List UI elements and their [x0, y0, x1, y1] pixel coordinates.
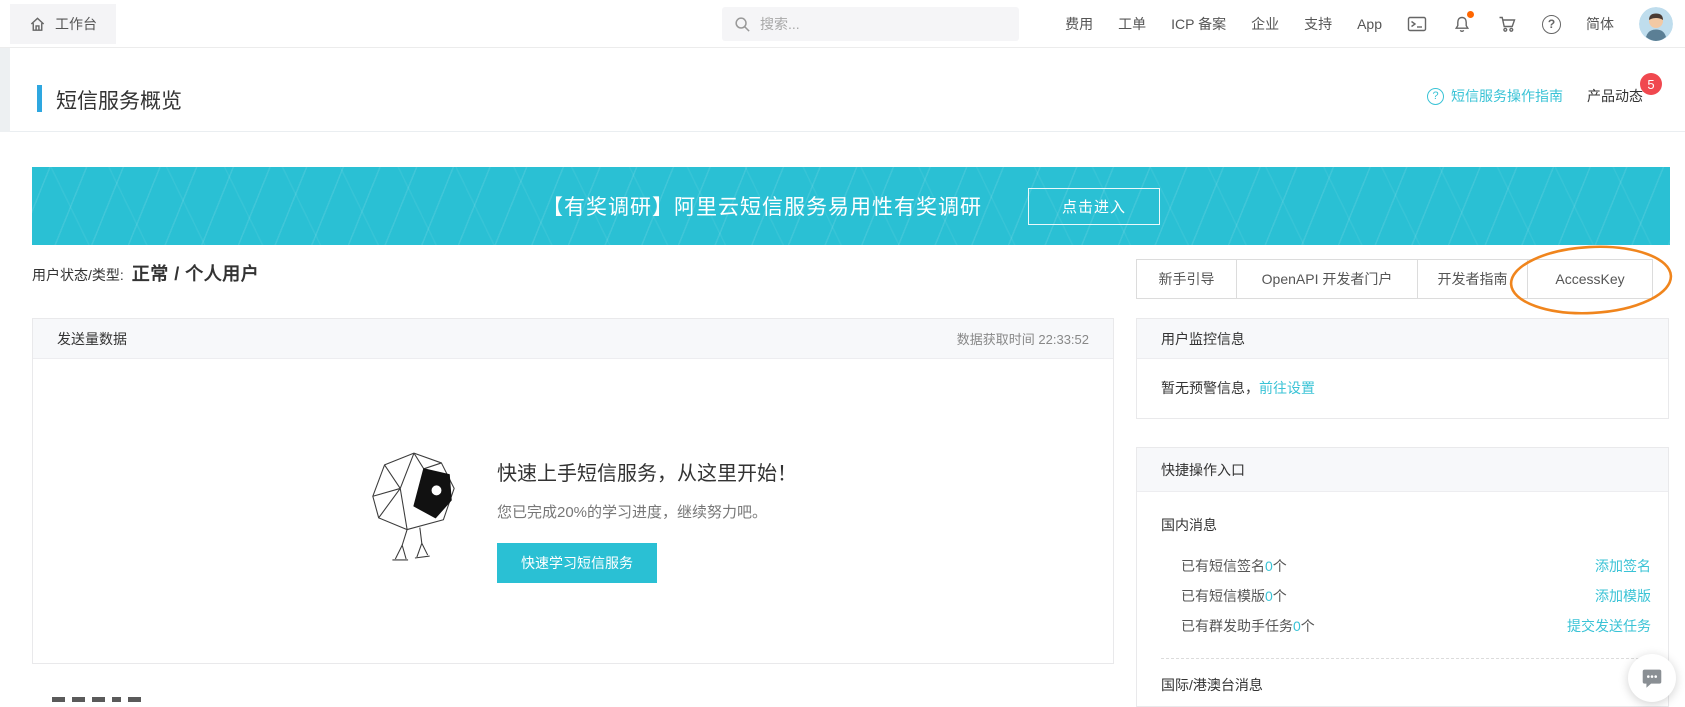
submit-send-task-link[interactable]: 提交发送任务: [1567, 616, 1651, 636]
send-volume-title: 发送量数据: [57, 329, 127, 349]
workbench-label: 工作台: [55, 14, 97, 34]
accesskey-button[interactable]: AccessKey: [1528, 259, 1653, 299]
nav-item-icp[interactable]: ICP 备案: [1171, 14, 1226, 34]
signature-row: 已有短信签名0个 添加签名: [1181, 551, 1651, 581]
chat-support-button[interactable]: [1628, 654, 1676, 702]
quick-ops-title: 快捷操作入口: [1161, 460, 1245, 480]
openapi-portal-button[interactable]: OpenAPI 开发者门户: [1237, 259, 1418, 299]
title-accent-bar: [37, 85, 42, 112]
cart-icon[interactable]: [1497, 14, 1517, 34]
template-row: 已有短信模版0个 添加模版: [1181, 581, 1651, 611]
product-news-link[interactable]: 产品动态 5: [1587, 86, 1643, 106]
domestic-sms-label: 国内消息: [1161, 515, 1644, 535]
user-status-value: 正常 / 个人用户: [132, 260, 260, 286]
onboarding-promo: 快速上手短信服务，从这里开始！ 您已完成20%的学习进度，继续努力吧。 快速学习…: [363, 449, 797, 583]
quick-ops-card: 快捷操作入口 国内消息 已有短信签名0个 添加签名 已有短信模版0个 添加模版 …: [1136, 447, 1669, 707]
help-icon[interactable]: ?: [1542, 15, 1561, 34]
notification-dot: [1467, 11, 1474, 18]
news-count-badge: 5: [1640, 73, 1662, 95]
user-monitor-card: 用户监控信息 暂无预警信息，前往设置: [1136, 318, 1669, 419]
header-links: ? 短信服务操作指南 产品动态 5: [1427, 86, 1643, 106]
clipped-next-section-title: [52, 697, 141, 702]
nav-item-tickets[interactable]: 工单: [1118, 14, 1146, 34]
onboarding-title: 快速上手短信服务，从这里开始！: [497, 457, 797, 486]
global-search[interactable]: [722, 7, 1019, 41]
notification-bell-icon[interactable]: [1452, 14, 1472, 34]
no-alert-text: 暂无预警信息，: [1161, 380, 1259, 396]
batch-task-count: 0: [1293, 618, 1301, 634]
product-news-label: 产品动态: [1587, 88, 1643, 104]
beginner-guide-button[interactable]: 新手引导: [1136, 259, 1237, 299]
template-count: 0: [1265, 588, 1273, 604]
quick-ops-rows: 已有短信签名0个 添加签名 已有短信模版0个 添加模版 已有群发助手任务0个 提…: [1181, 551, 1651, 641]
workbench-tab[interactable]: 工作台: [10, 4, 116, 44]
add-template-link[interactable]: 添加模版: [1595, 586, 1651, 606]
avatar[interactable]: [1639, 7, 1673, 41]
batch-task-count-text: 已有群发助手任务0个: [1181, 616, 1315, 636]
dashed-divider: [1161, 658, 1644, 659]
page-title: 短信服务概览: [56, 85, 182, 115]
chat-bubble-icon: [1639, 665, 1665, 691]
survey-enter-button[interactable]: 点击进入: [1028, 188, 1160, 225]
onboarding-text-block: 快速上手短信服务，从这里开始！ 您已完成20%的学习进度，继续努力吧。 快速学习…: [497, 449, 797, 583]
terminal-icon[interactable]: [1407, 14, 1427, 34]
send-volume-card-header: 发送量数据 数据获取时间 22:33:52: [33, 319, 1113, 359]
nav-item-app[interactable]: App: [1357, 16, 1382, 32]
alert-settings-link[interactable]: 前往设置: [1259, 380, 1315, 396]
template-count-text: 已有短信模版0个: [1181, 586, 1287, 606]
home-icon: [29, 16, 46, 33]
batch-task-row: 已有群发助手任务0个 提交发送任务: [1181, 611, 1651, 641]
send-volume-card: 发送量数据 数据获取时间 22:33:52 快速上手短信服务，从这里开始！ 您已…: [32, 318, 1114, 664]
robot-illustration: [363, 449, 461, 569]
top-navbar: 工作台 费用 工单 ICP 备案 企业 支持 App ? 简体: [0, 0, 1685, 48]
survey-banner-text: 【有奖调研】阿里云短信服务易用性有奖调研: [542, 191, 982, 221]
quick-ops-card-header: 快捷操作入口: [1137, 448, 1668, 492]
nav-item-support[interactable]: 支持: [1304, 14, 1332, 34]
intl-sms-label: 国际/港澳台消息: [1161, 675, 1644, 695]
data-fetch-time: 数据获取时间 22:33:52: [957, 329, 1089, 348]
developer-guide-button[interactable]: 开发者指南: [1418, 259, 1528, 299]
search-icon: [734, 16, 751, 33]
user-status-row: 用户状态/类型: 正常 / 个人用户: [32, 260, 259, 286]
navbar-right: 费用 工单 ICP 备案 企业 支持 App ? 简体: [1065, 0, 1673, 48]
quick-button-group: 新手引导 OpenAPI 开发者门户 开发者指南 AccessKey: [1136, 259, 1653, 299]
survey-banner: 【有奖调研】阿里云短信服务易用性有奖调研 点击进入: [32, 167, 1670, 245]
nav-item-billing[interactable]: 费用: [1065, 14, 1093, 34]
signature-count-text: 已有短信签名0个: [1181, 556, 1287, 576]
help-circle-icon: ?: [1427, 88, 1444, 105]
add-signature-link[interactable]: 添加签名: [1595, 556, 1651, 576]
left-edge-strip: [0, 48, 10, 132]
user-monitor-card-header: 用户监控信息: [1137, 319, 1668, 359]
search-input[interactable]: [760, 16, 990, 32]
sms-guide-label: 短信服务操作指南: [1451, 86, 1563, 106]
quick-learn-button[interactable]: 快速学习短信服务: [497, 543, 657, 583]
page-header: 短信服务概览 ? 短信服务操作指南 产品动态 5: [0, 48, 1685, 132]
user-status-label: 用户状态/类型:: [32, 265, 124, 285]
sms-guide-link[interactable]: ? 短信服务操作指南: [1427, 86, 1563, 106]
locale-switcher[interactable]: 简体: [1586, 14, 1614, 34]
user-monitor-body: 暂无预警信息，前往设置: [1137, 359, 1668, 417]
nav-item-enterprise[interactable]: 企业: [1251, 14, 1279, 34]
signature-count: 0: [1265, 558, 1273, 574]
onboarding-progress-text: 您已完成20%的学习进度，继续努力吧。: [497, 501, 797, 522]
user-monitor-title: 用户监控信息: [1161, 329, 1245, 349]
